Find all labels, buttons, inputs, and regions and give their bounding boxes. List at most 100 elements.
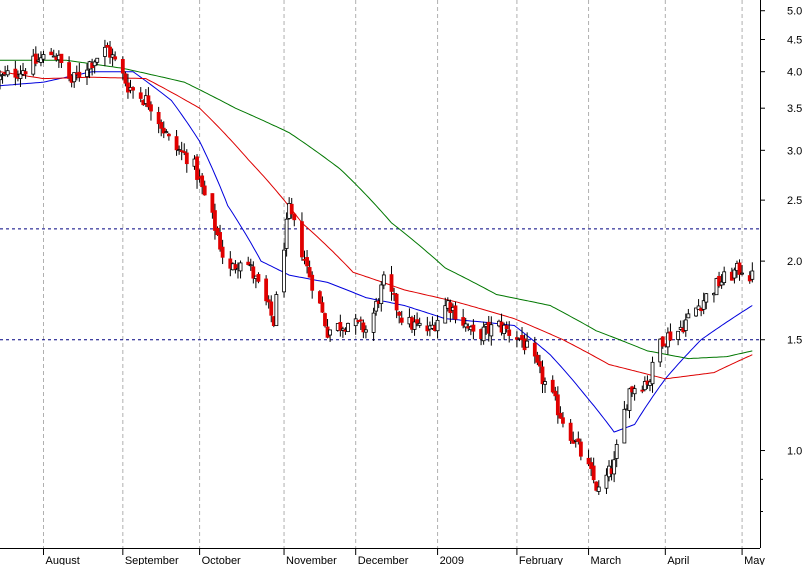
candle-down	[397, 311, 402, 316]
candle-down	[640, 389, 645, 392]
reference-lines	[0, 228, 760, 341]
candle-up	[622, 408, 627, 444]
candlestick-series	[0, 39, 755, 495]
candle-down	[159, 122, 164, 129]
candle-down	[507, 329, 512, 336]
candle-down	[310, 274, 315, 291]
candle-down	[220, 246, 225, 258]
candle-up	[489, 324, 494, 337]
candle-down	[568, 422, 573, 441]
candle-down	[156, 112, 161, 125]
candle-up	[238, 262, 243, 272]
candle-down	[213, 210, 217, 231]
candle-down	[576, 438, 581, 442]
candle-up	[676, 330, 681, 340]
x-tick-label: 2009	[440, 555, 464, 565]
candle-down	[471, 324, 476, 332]
y-tick-label: 2.5	[787, 195, 802, 207]
candle-up	[543, 381, 547, 385]
candle-down	[289, 203, 294, 215]
candle-down	[668, 331, 673, 341]
candle-down	[578, 441, 583, 457]
x-tick-label: May	[744, 555, 765, 565]
candle-down	[149, 104, 153, 112]
candle-up	[103, 46, 107, 57]
candle-down	[300, 221, 304, 258]
candle-down	[504, 325, 509, 330]
candle-down	[123, 73, 128, 84]
candle-up	[0, 74, 5, 77]
candle-up	[95, 57, 100, 63]
candle-down	[399, 317, 404, 323]
candle-up	[41, 54, 46, 60]
candle-up	[381, 274, 386, 286]
y-tick-label: 3.5	[787, 103, 802, 115]
candle-down	[305, 257, 309, 267]
candle-up	[604, 474, 609, 489]
candle-up	[282, 249, 286, 293]
candle-up	[284, 218, 289, 249]
candle-up	[274, 294, 279, 327]
candle-up	[164, 131, 169, 134]
candle-down	[317, 291, 322, 304]
candle-down	[415, 319, 420, 324]
x-tick-label: August	[46, 555, 80, 565]
candle-up	[612, 459, 617, 475]
candle-down	[166, 133, 171, 137]
y-tick-label: 2.0	[787, 256, 802, 268]
candle-down	[202, 185, 207, 196]
candle-up	[686, 313, 691, 319]
candle-down	[184, 152, 189, 165]
candle-up	[632, 388, 637, 395]
candle-up	[364, 329, 368, 333]
candle-down	[292, 213, 297, 221]
candle-down	[49, 51, 54, 56]
candle-down	[591, 465, 596, 481]
candle-down	[561, 417, 565, 424]
candle-up	[481, 326, 486, 342]
candle-up	[371, 312, 376, 333]
y-tick-label: 3.0	[787, 145, 802, 157]
x-tick-label: October	[202, 555, 241, 565]
x-tick-label: February	[519, 555, 564, 565]
candle-down	[13, 68, 18, 78]
candle-down	[246, 261, 251, 265]
candle-down	[323, 313, 327, 327]
y-tick-label: 1.5	[787, 335, 802, 347]
candle-down	[320, 302, 325, 313]
candle-up	[435, 319, 440, 332]
candle-up	[353, 318, 358, 327]
candle-down	[59, 53, 64, 64]
y-tick-label: 1.0	[787, 446, 802, 458]
candle-up	[248, 264, 253, 267]
candle-down	[33, 53, 38, 64]
candle-down	[256, 274, 261, 282]
candle-up	[722, 271, 727, 283]
candle-up	[704, 293, 709, 303]
candle-down	[394, 293, 399, 311]
line-ma-short	[0, 71, 753, 433]
candle-up	[5, 70, 10, 76]
candle-down	[77, 71, 82, 78]
candle-down	[555, 394, 560, 416]
x-axis-ticks: August September October November December 20…	[43, 548, 765, 567]
candle-down	[195, 156, 199, 180]
candle-up	[732, 269, 737, 279]
candle-up	[85, 69, 89, 78]
candle-up	[346, 322, 350, 333]
candle-down	[182, 151, 187, 154]
candle-down	[453, 305, 458, 320]
candle-up	[750, 270, 755, 280]
x-tick-label: September	[125, 555, 179, 565]
candle-down	[538, 361, 542, 367]
candle-down	[218, 232, 222, 250]
y-axis-ticks: 5.0 4.5 4.0 3.5 3.0 2.5 2.0 1.5 1.0	[760, 6, 802, 513]
candle-down	[113, 56, 118, 60]
candle-up	[417, 322, 422, 326]
candle-down	[174, 136, 179, 151]
candle-up	[614, 444, 619, 459]
candle-down	[131, 87, 135, 91]
candle-down	[264, 278, 269, 302]
x-tick-label: March	[591, 555, 622, 565]
candle-up	[683, 319, 688, 331]
